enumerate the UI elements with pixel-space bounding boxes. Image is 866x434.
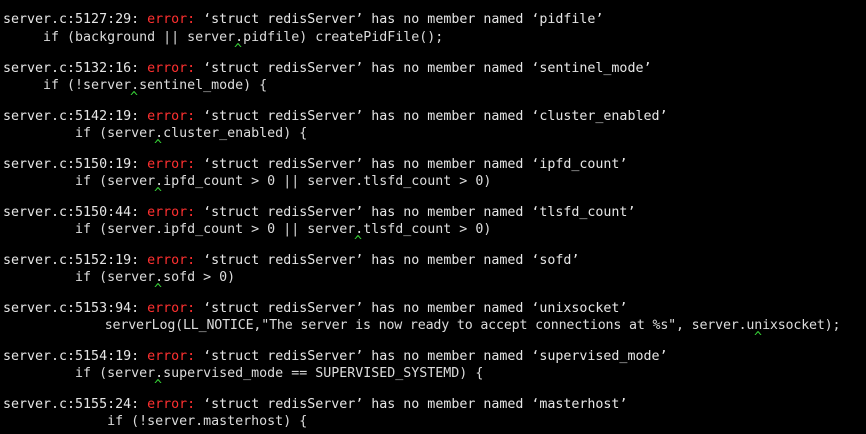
- error-message: ‘struct redisServer’ has no member named…: [203, 109, 668, 124]
- terminal-window[interactable]: ^ server.c:5127:29: error: ‘struct redis…: [0, 0, 866, 434]
- caret-marker: ^: [154, 378, 163, 393]
- error-label: error:: [147, 205, 204, 220]
- error-label: error:: [147, 253, 204, 268]
- error-label: error:: [147, 12, 204, 27]
- error-message: ‘struct redisServer’ has no member named…: [203, 61, 652, 76]
- error-line: server.c:5150:44: error: ‘struct redisSe…: [3, 205, 635, 221]
- error-location: server.c:5155:24:: [3, 397, 148, 412]
- error-label: error:: [147, 109, 204, 124]
- source-line: if (server.ipfd_count > 0 || server.tlsf…: [3, 174, 492, 189]
- error-label: error:: [147, 301, 204, 316]
- error-location: server.c:5127:29:: [3, 12, 148, 27]
- error-message: ‘struct redisServer’ has no member named…: [203, 397, 628, 412]
- source-line: if (!server.masterhost) {: [3, 414, 308, 429]
- source-line: if (background || server.pidfile) create…: [3, 30, 444, 45]
- error-label: error:: [147, 397, 204, 412]
- error-line: server.c:5153:94: error: ‘struct redisSe…: [3, 301, 627, 317]
- top-caret: ^: [394, 0, 403, 9]
- error-label: error:: [147, 349, 204, 364]
- error-location: server.c:5150:44:: [3, 205, 148, 220]
- error-line: server.c:5142:19: error: ‘struct redisSe…: [3, 109, 667, 125]
- error-line: server.c:5154:19: error: ‘struct redisSe…: [3, 349, 667, 365]
- error-line: server.c:5127:29: error: ‘struct redisSe…: [3, 12, 603, 28]
- error-location: server.c:5153:94:: [3, 301, 148, 316]
- source-line: if (server.supervised_mode == SUPERVISED…: [3, 366, 484, 381]
- caret-marker: ^: [154, 138, 163, 153]
- error-location: server.c:5142:19:: [3, 109, 148, 124]
- caret-marker: ^: [154, 282, 163, 297]
- error-label: error:: [147, 157, 204, 172]
- error-location: server.c:5150:19:: [3, 157, 148, 172]
- caret-marker: ^: [130, 90, 139, 105]
- error-label: error:: [147, 61, 204, 76]
- caret-marker: ^: [234, 42, 243, 57]
- source-line: if (server.sofd > 0): [3, 270, 236, 285]
- error-line: server.c:5132:16: error: ‘struct redisSe…: [3, 61, 651, 77]
- error-message: ‘struct redisServer’ has no member named…: [203, 157, 628, 172]
- error-message: ‘struct redisServer’ has no member named…: [203, 12, 604, 27]
- error-location: server.c:5152:19:: [3, 253, 148, 268]
- caret-marker: ^: [754, 330, 763, 345]
- caret-marker: ^: [354, 234, 363, 249]
- error-line: server.c:5152:19: error: ‘struct redisSe…: [3, 253, 579, 269]
- error-message: ‘struct redisServer’ has no member named…: [203, 301, 628, 316]
- error-location: server.c:5154:19:: [3, 349, 148, 364]
- error-line: server.c:5150:19: error: ‘struct redisSe…: [3, 157, 627, 173]
- error-location: server.c:5132:16:: [3, 61, 148, 76]
- source-line: if (server.ipfd_count > 0 || server.tlsf…: [3, 222, 492, 237]
- error-message: ‘struct redisServer’ has no member named…: [203, 253, 580, 268]
- source-line: serverLog(LL_NOTICE,"The server is now r…: [3, 318, 841, 333]
- error-message: ‘struct redisServer’ has no member named…: [203, 205, 636, 220]
- error-line: server.c:5155:24: error: ‘struct redisSe…: [3, 397, 627, 413]
- caret-marker: ^: [154, 186, 163, 201]
- error-message: ‘struct redisServer’ has no member named…: [203, 349, 668, 364]
